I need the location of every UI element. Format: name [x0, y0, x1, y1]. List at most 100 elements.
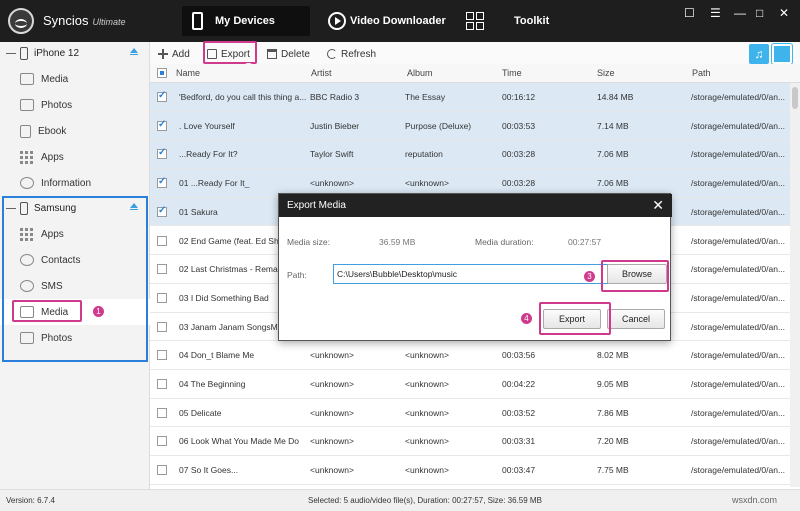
device-header-iphone[interactable]: iPhone 12	[0, 42, 150, 64]
cell-time: 00:16:12	[502, 92, 536, 102]
column-header-album[interactable]: Album	[407, 68, 433, 78]
cell-name: 04 Don_t Blame Me	[179, 350, 255, 361]
cell-path: /storage/emulated/0/an...	[691, 350, 786, 361]
cell-name: ...Ready For It?	[179, 149, 238, 160]
menu-icon[interactable]: ☰	[710, 6, 721, 20]
cell-album: <unknown>	[405, 465, 449, 476]
table-row[interactable]: 'Bedford, do you call this thing a...BBC…	[150, 83, 790, 112]
cell-path: /storage/emulated/0/an...	[691, 149, 786, 160]
row-checkbox[interactable]	[157, 90, 167, 102]
app-edition: Ultimate	[92, 17, 126, 27]
cell-artist: <unknown>	[310, 407, 354, 418]
cell-name: . Love Yourself	[179, 120, 235, 131]
table-row[interactable]: 06 Look What You Made Me Do <unknown> <unk…	[150, 427, 790, 457]
refresh-button[interactable]: Refresh	[327, 46, 376, 62]
cell-size: 8.02 MB	[597, 350, 629, 361]
tab-toolkit[interactable]: Toolkit	[462, 6, 582, 36]
cell-album: The Essay	[405, 92, 446, 102]
close-button[interactable]: ✕	[779, 6, 789, 20]
row-checkbox[interactable]	[157, 119, 167, 131]
cell-artist: <unknown>	[310, 350, 354, 361]
table-row[interactable]: 07 So It Goes... <unknown> <unknown> 00:03:…	[150, 456, 790, 485]
step-badge-4: 4	[520, 312, 533, 325]
column-header-path[interactable]: Path	[692, 68, 711, 78]
row-checkbox[interactable]	[157, 407, 167, 418]
delete-button[interactable]: Delete	[267, 46, 310, 62]
cell-path: /storage/emulated/0/an...	[691, 264, 786, 275]
table-scrollbar[interactable]	[790, 83, 800, 487]
export-highlight-box	[203, 41, 257, 64]
dialog-close-icon[interactable]: ✕	[652, 197, 664, 214]
cell-size: 7.06 MB	[597, 178, 629, 189]
table-row[interactable]: 04 Don_t Blame Me <unknown> <unknown> 00:03…	[150, 341, 790, 370]
table-row[interactable]: . Love Yourself Justin Bieber Purpose (Del…	[150, 111, 790, 141]
tab-my-devices[interactable]: My Devices	[182, 6, 310, 36]
video-view-toggle[interactable]	[771, 43, 793, 65]
music-note-icon: ♫	[754, 47, 764, 61]
scrollbar-thumb[interactable]	[792, 87, 798, 109]
sidebar-item-iphone-ebook[interactable]: Ebook	[0, 118, 150, 144]
watermark-text: wsxdn.com	[732, 495, 778, 505]
sidebar-item-iphone-information[interactable]: Information	[0, 170, 150, 196]
row-checkbox[interactable]	[157, 235, 167, 246]
collapse-dash	[6, 52, 16, 54]
row-checkbox[interactable]	[157, 264, 167, 275]
select-all-checkbox[interactable]	[157, 68, 167, 78]
cell-path: /storage/emulated/0/an...	[691, 292, 786, 303]
sidebar-item-iphone-media[interactable]: Media	[0, 66, 150, 92]
column-header-time[interactable]: Time	[502, 68, 522, 78]
row-checkbox[interactable]	[157, 379, 167, 389]
sidebar-item-label: Photos	[41, 99, 73, 111]
row-checkbox[interactable]	[157, 292, 167, 303]
tab-video-downloader[interactable]: Video Downloader	[326, 6, 456, 36]
sidebar-item-iphone-photos[interactable]: Photos	[0, 92, 150, 118]
dialog-cancel-button[interactable]: Cancel	[607, 309, 665, 329]
table-row[interactable]: 05 Delicate <unknown> <unknown> 00:03:52 7.8…	[150, 399, 790, 428]
cell-size: 7.20 MB	[597, 436, 629, 447]
row-checkbox[interactable]	[157, 465, 167, 476]
delete-label: Delete	[281, 48, 310, 60]
selection-summary: Selected: 5 audio/video file(s), Duratio…	[308, 496, 542, 505]
app-name: Syncios	[43, 13, 89, 28]
row-checkbox[interactable]	[157, 176, 167, 189]
cell-name: 06 Look What You Made Me Do	[179, 436, 300, 447]
app-title: Syncios Ultimate	[43, 13, 126, 28]
cell-time: 00:03:28	[502, 178, 536, 189]
row-checkbox[interactable]	[157, 205, 167, 217]
column-header-name[interactable]: Name	[176, 68, 200, 78]
add-label: Add	[172, 48, 190, 60]
sidebar-item-iphone-apps[interactable]: Apps	[0, 144, 150, 170]
feedback-icon[interactable]: ☐	[684, 6, 695, 20]
plus-icon	[158, 49, 168, 59]
photos-icon	[20, 99, 34, 111]
maximize-button[interactable]: □	[756, 6, 763, 20]
row-checkbox[interactable]	[157, 321, 167, 332]
music-view-toggle[interactable]: ♫	[749, 44, 769, 64]
minimize-button[interactable]: —	[734, 6, 746, 20]
cell-size: 7.75 MB	[597, 465, 629, 476]
eject-icon[interactable]	[130, 48, 138, 55]
cell-size: 9.05 MB	[597, 379, 629, 389]
cell-album: <unknown>	[405, 407, 449, 418]
cell-album: Purpose (Deluxe)	[405, 120, 472, 131]
cell-time: 00:03:31	[502, 436, 536, 447]
apps-icon	[20, 151, 34, 164]
syncios-logo-icon	[8, 8, 34, 34]
information-icon	[20, 177, 34, 189]
cell-path: /storage/emulated/0/an...	[691, 436, 786, 447]
row-checkbox[interactable]	[157, 147, 167, 160]
samsung-highlight-box	[2, 196, 148, 362]
table-row[interactable]: 04 The Beginning <unknown> <unknown> 00:04:…	[150, 370, 790, 399]
dialog-title: Export Media	[287, 200, 346, 211]
column-header-size[interactable]: Size	[597, 68, 615, 78]
column-header-artist[interactable]: Artist	[311, 68, 332, 78]
export-path-input[interactable]	[333, 264, 608, 284]
row-checkbox[interactable]	[157, 350, 167, 361]
add-button[interactable]: Add	[158, 46, 190, 62]
cell-artist: Taylor Swift	[310, 149, 354, 160]
cell-path: /storage/emulated/0/an...	[691, 321, 786, 332]
cell-artist: Justin Bieber	[310, 120, 360, 131]
row-checkbox[interactable]	[157, 436, 167, 447]
table-row[interactable]: ...Ready For It? Taylor Swift reputation 00…	[150, 140, 790, 170]
play-icon	[328, 12, 346, 30]
